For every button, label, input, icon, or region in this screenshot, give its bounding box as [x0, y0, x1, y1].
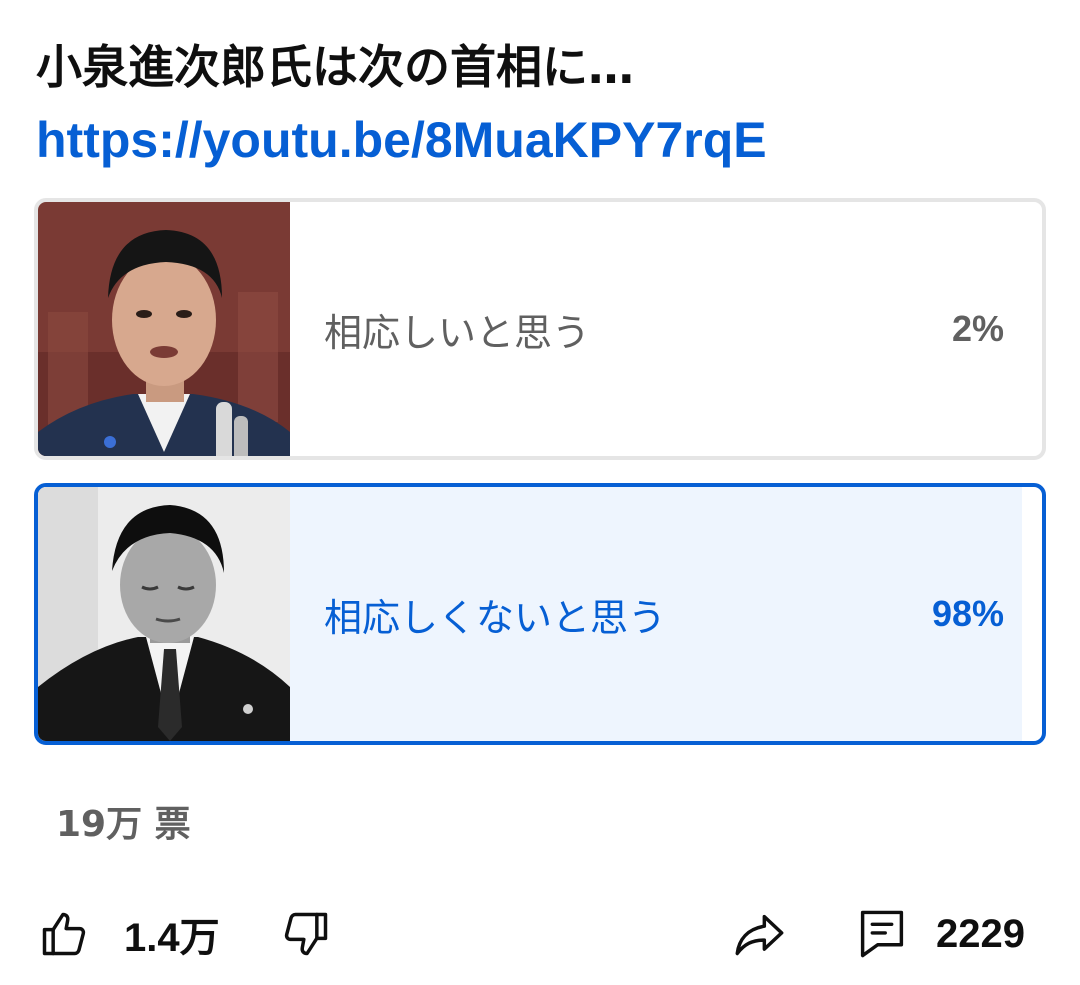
share-button[interactable] — [730, 902, 790, 966]
share-icon — [730, 908, 790, 960]
comment-button[interactable] — [856, 902, 908, 966]
dislike-icon — [280, 908, 332, 960]
poll-option-1-label: 相応しいと思う — [324, 310, 591, 355]
poll-option-2[interactable]: 相応しくないと思う 98% — [34, 483, 1046, 745]
koizumi-bowing-bw-photo — [38, 487, 290, 741]
poll-option-2-image — [38, 487, 290, 741]
dislike-button[interactable] — [280, 902, 332, 966]
comment-count: 2229 — [936, 911, 1025, 956]
poll-option-2-label: 相応しくないと思う — [324, 595, 667, 640]
poll-option-2-percent: 98% — [931, 593, 1004, 634]
like-count: 1.4万 — [124, 916, 220, 960]
post-link[interactable]: https://youtu.be/8MuaKPY7rqE — [36, 108, 767, 172]
comment-icon — [856, 906, 908, 962]
koizumi-speaking-photo — [38, 202, 290, 456]
poll-option-1-percent: 2% — [951, 308, 1004, 349]
like-icon — [38, 908, 90, 960]
poll-option-1-image — [38, 202, 290, 456]
like-button[interactable] — [38, 902, 90, 966]
post-title: 小泉進次郎氏は次の首相に… — [36, 40, 634, 94]
poll-option-1[interactable]: 相応しいと思う 2% — [34, 198, 1046, 460]
vote-count: 19万 票 — [56, 804, 191, 845]
